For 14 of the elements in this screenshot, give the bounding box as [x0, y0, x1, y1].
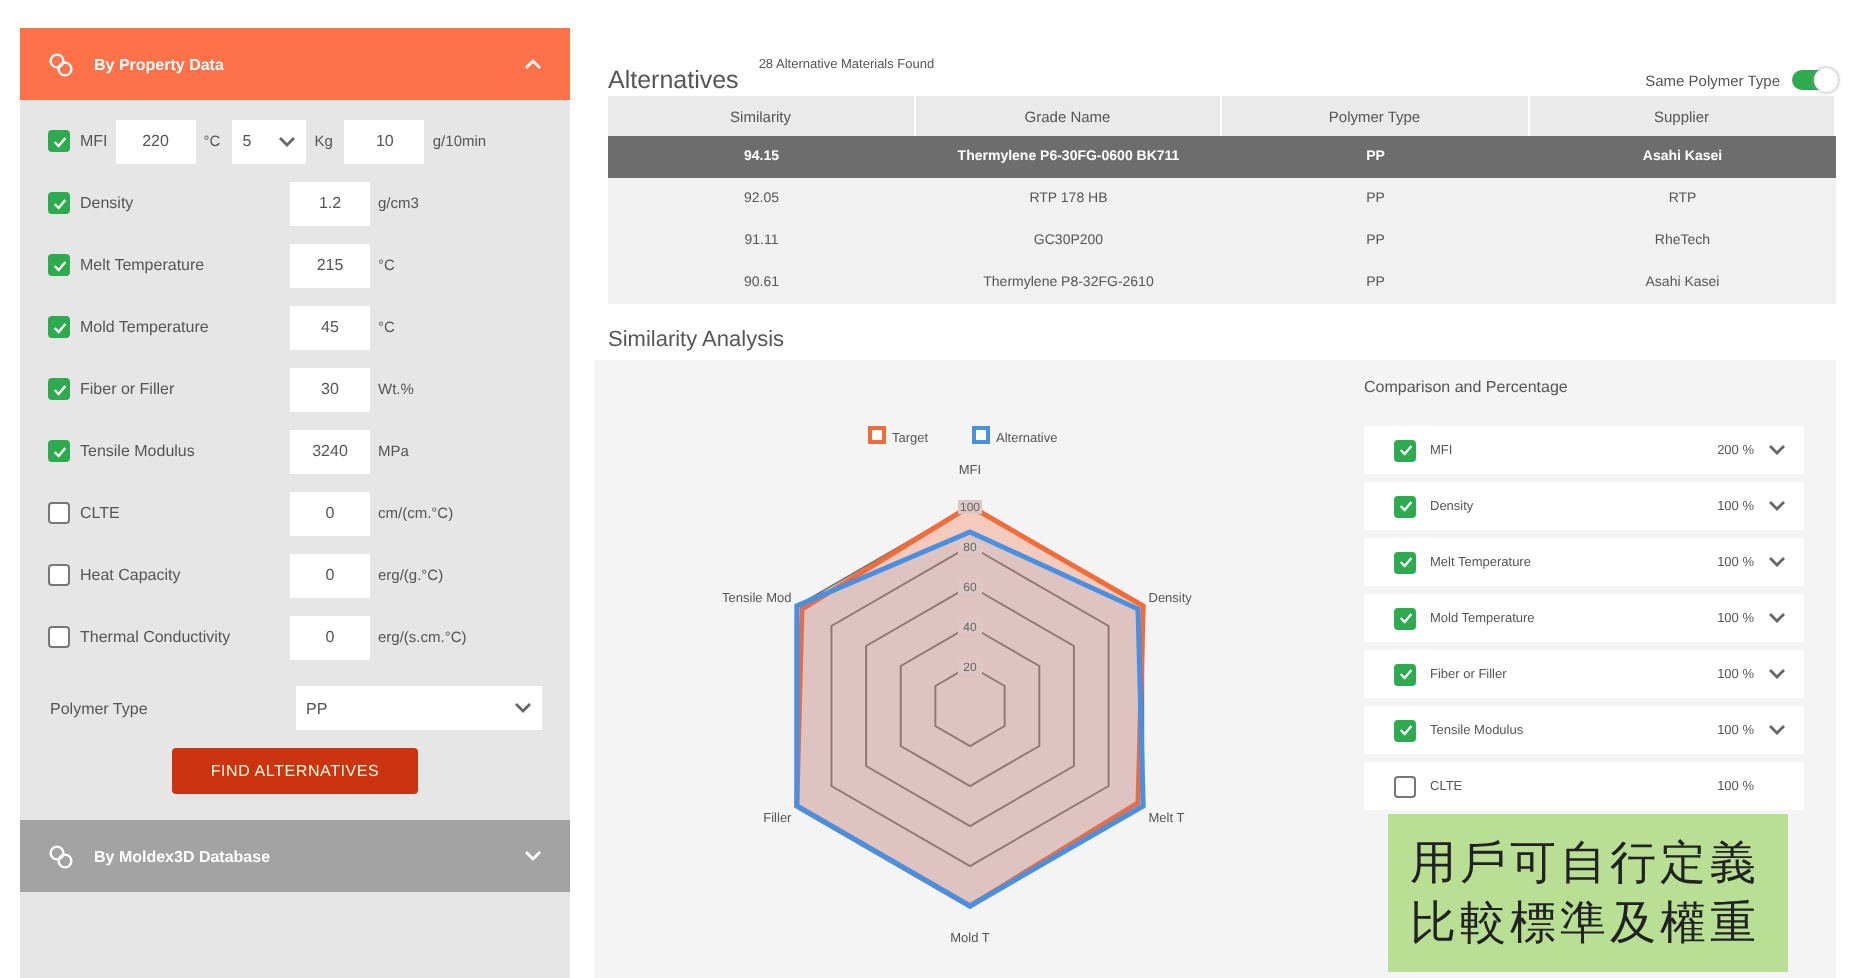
panel-title: Comparison and Percentage: [1364, 378, 1570, 396]
section-title: Similarity Analysis: [606, 326, 787, 356]
property-label: Melt Temperature: [78, 256, 207, 274]
property-label: MFI: [78, 132, 108, 150]
property-label: Mold Temperature: [78, 318, 211, 336]
property-label: Fiber or Filler: [78, 380, 177, 398]
property-label: Density: [78, 194, 136, 212]
property-label: CLTE: [78, 504, 122, 522]
property-label: Heat Capacity: [78, 566, 183, 584]
field-label: Polymer Type: [48, 699, 150, 717]
property-label: Tensile Modulus: [78, 442, 197, 460]
section-title: Alternatives: [608, 66, 739, 94]
annotation-note: 用戶可自行定義 比較標準及權重: [1388, 814, 1788, 972]
property-label: Thermal Conductivity: [78, 628, 233, 646]
